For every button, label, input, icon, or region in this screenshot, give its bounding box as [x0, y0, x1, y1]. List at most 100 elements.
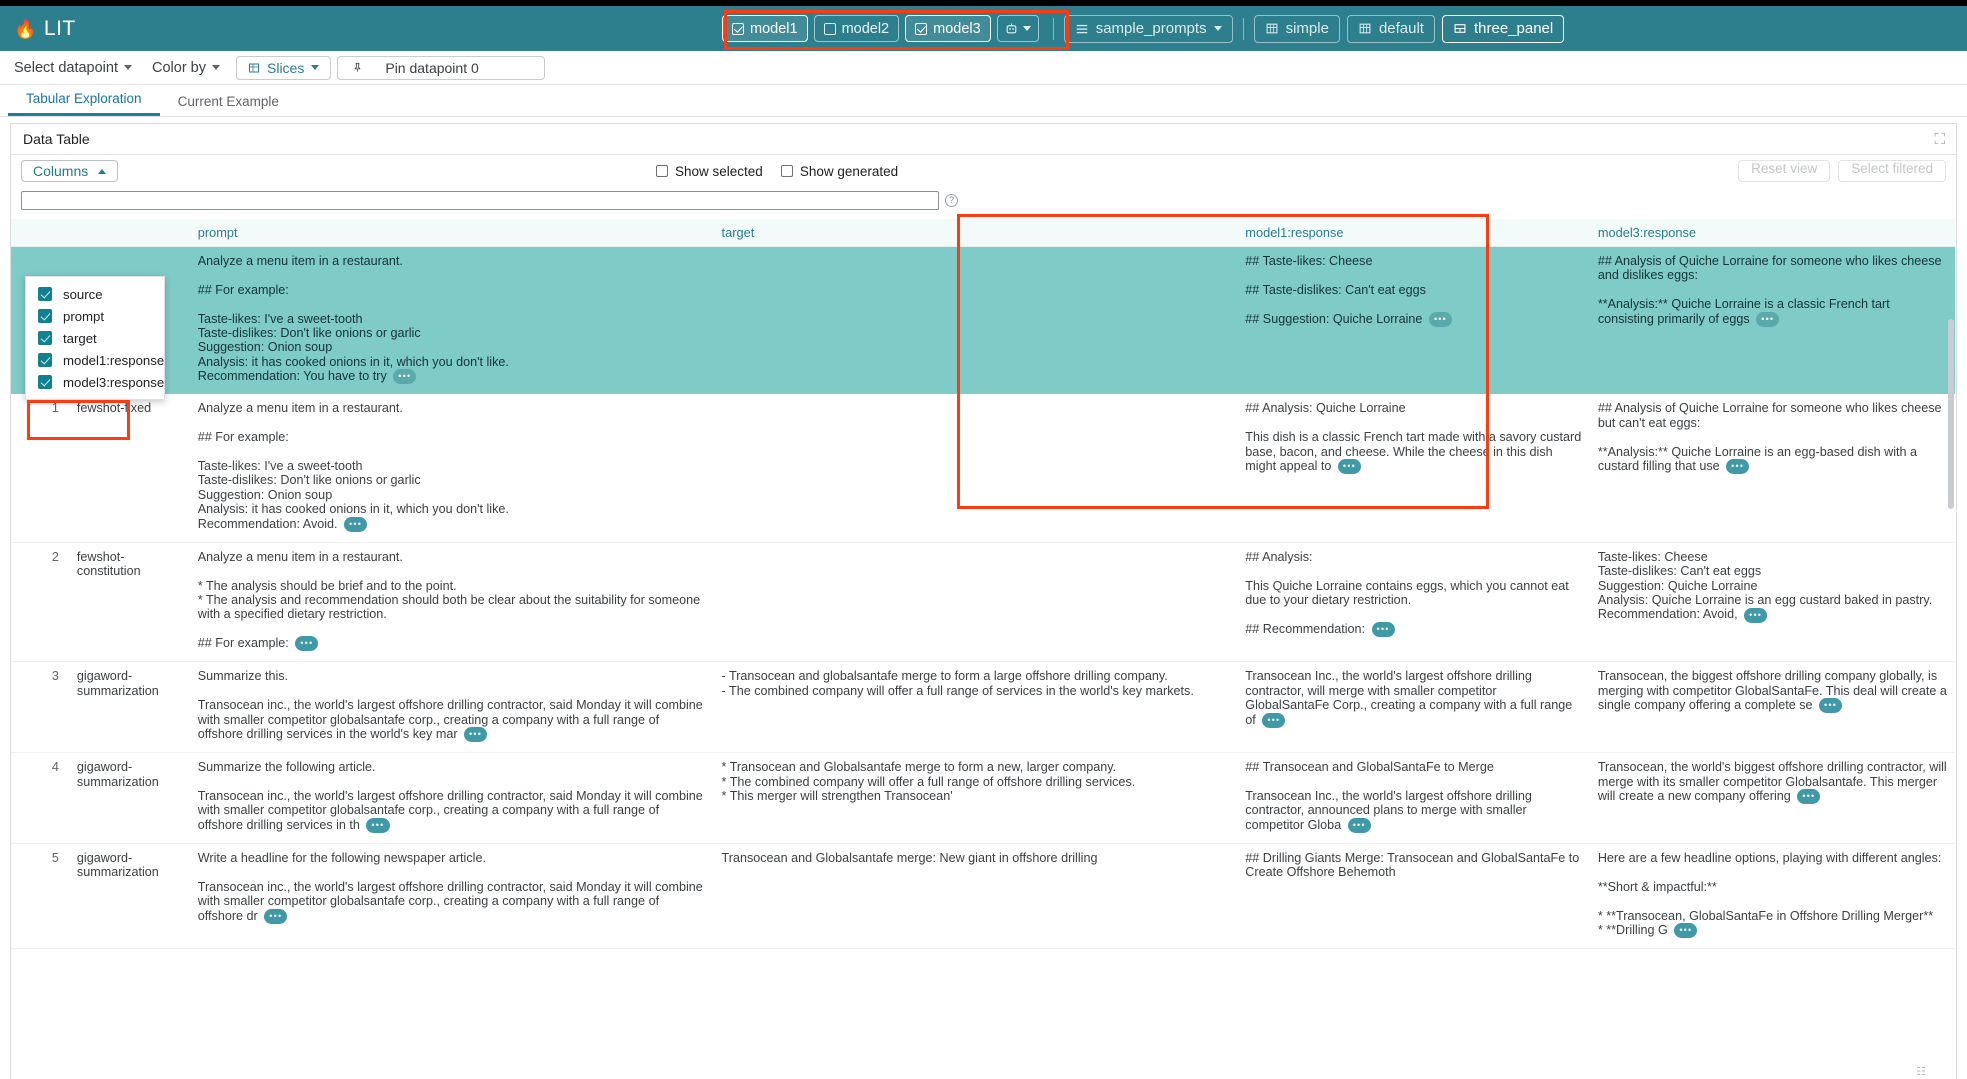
expand-more-icon[interactable]: •••: [295, 636, 318, 651]
color-by-label: Color by: [152, 60, 206, 76]
checkbox-icon: [656, 165, 668, 177]
header-model3-response[interactable]: model3:response: [1590, 219, 1955, 247]
vertical-scrollbar[interactable]: [1948, 319, 1954, 509]
header-index[interactable]: [11, 219, 69, 247]
column-toggle-model1-response[interactable]: model1:response: [26, 349, 164, 371]
checkbox-icon: [732, 23, 744, 35]
table-row[interactable]: 3 gigaword-summarization Summarize this.…: [11, 662, 1955, 753]
expand-more-icon[interactable]: •••: [264, 909, 287, 924]
data-table-module: Data Table ⛶ Columns Show selected Show …: [10, 123, 1957, 1079]
checkbox-icon: [824, 23, 836, 35]
column-toggle-target[interactable]: target: [26, 327, 164, 349]
flame-icon: 🔥: [14, 20, 37, 38]
header-source[interactable]: [69, 219, 190, 247]
select-datapoint-dropdown[interactable]: Select datapoint: [4, 60, 142, 76]
cell-target: * Transocean and Globalsantafe merge to …: [714, 753, 1238, 844]
model-selector-group: model1 model2 model3: [718, 15, 1043, 42]
table-filter-checkboxes: Show selected Show generated: [656, 155, 898, 187]
table-filter-input[interactable]: [21, 191, 939, 210]
cell-source: gigaword-summarization: [69, 844, 190, 949]
expand-more-icon[interactable]: •••: [393, 369, 416, 384]
filter-row: ?: [11, 187, 1956, 213]
color-by-dropdown[interactable]: Color by: [142, 60, 230, 76]
table-row[interactable]: 2 fewshot-constitution Analyze a menu it…: [11, 542, 1955, 662]
expand-more-icon[interactable]: •••: [1674, 923, 1697, 938]
table-row[interactable]: 5 gigaword-summarization Write a headlin…: [11, 844, 1955, 949]
data-table: prompt target model1:response model3:res…: [11, 219, 1955, 949]
dataset-selector[interactable]: sample_prompts: [1064, 15, 1233, 43]
module-header: Data Table ⛶: [11, 124, 1956, 155]
expand-more-icon[interactable]: •••: [1797, 789, 1820, 804]
chevron-down-icon: [124, 65, 132, 70]
model-settings-button[interactable]: [997, 15, 1039, 42]
cell-model3-response: Transocean, the world's biggest offshore…: [1590, 753, 1955, 844]
header-prompt[interactable]: prompt: [190, 219, 714, 247]
column-prompt-label: prompt: [63, 309, 104, 324]
dataset-label: sample_prompts: [1096, 20, 1207, 37]
table-toolbar: Columns Show selected Show generated Res…: [11, 155, 1956, 187]
cell-target: [714, 542, 1238, 662]
panels-icon: [1453, 22, 1467, 35]
column-toggle-source[interactable]: source: [26, 283, 164, 305]
expand-more-icon[interactable]: •••: [1338, 459, 1361, 474]
tab-tabular-exploration[interactable]: Tabular Exploration: [8, 91, 160, 116]
expand-more-icon[interactable]: •••: [1429, 312, 1452, 327]
columns-button[interactable]: Columns: [21, 160, 118, 182]
cell-model1-response: ## Drilling Giants Merge: Transocean and…: [1237, 844, 1590, 949]
tab-current-example[interactable]: Current Example: [160, 94, 297, 116]
grid-icon: [1265, 22, 1279, 35]
expand-more-icon[interactable]: •••: [1348, 818, 1371, 833]
model-checkbox-model1[interactable]: model1: [722, 15, 808, 42]
expand-more-icon[interactable]: •••: [1756, 312, 1779, 327]
expand-more-icon[interactable]: •••: [366, 818, 389, 833]
layout-simple-button[interactable]: simple: [1254, 15, 1340, 43]
expand-more-icon[interactable]: •••: [464, 727, 487, 742]
expand-more-icon[interactable]: •••: [344, 517, 367, 532]
expand-more-icon[interactable]: •••: [1262, 713, 1285, 728]
column-toggle-prompt[interactable]: prompt: [26, 305, 164, 327]
column-source-label: source: [63, 287, 103, 302]
layout-default-button[interactable]: default: [1347, 15, 1435, 43]
select-filtered-button[interactable]: Select filtered: [1838, 160, 1946, 182]
pin-datapoint-button[interactable]: Pin datapoint 0: [337, 56, 545, 80]
expand-more-icon[interactable]: •••: [1372, 622, 1395, 637]
expand-more-icon[interactable]: •••: [1744, 608, 1767, 623]
expand-more-icon[interactable]: •••: [1726, 459, 1749, 474]
select-filtered-label: Select filtered: [1851, 161, 1933, 176]
robot-icon: [1005, 22, 1018, 35]
cell-model3-response: ## Analysis of Quiche Lorraine for someo…: [1590, 247, 1955, 395]
chevron-down-icon: [1023, 26, 1031, 31]
layout-three-panel-button[interactable]: three_panel: [1442, 15, 1564, 43]
table-row[interactable]: 1 fewshot-fixed Analyze a menu item in a…: [11, 394, 1955, 542]
model-checkbox-model2[interactable]: model2: [814, 15, 900, 42]
layout-simple-label: simple: [1286, 20, 1329, 37]
columns-dropdown-menu: source prompt target model1:response mod…: [25, 276, 165, 400]
header-target[interactable]: target: [714, 219, 1238, 247]
cell-source: fewshot-fixed: [69, 394, 190, 542]
fullscreen-icon[interactable]: ⛶: [1934, 131, 1944, 148]
column-model1-response-label: model1:response: [63, 353, 164, 368]
model-checkbox-model3[interactable]: model3: [905, 15, 991, 42]
model3-label: model3: [933, 21, 981, 37]
table-row[interactable]: Analyze a menu item in a restaurant. ## …: [11, 247, 1955, 395]
table-icon: [248, 62, 260, 74]
help-icon[interactable]: ?: [945, 194, 958, 207]
expand-more-icon[interactable]: •••: [1819, 698, 1842, 713]
table-row[interactable]: 4 gigaword-summarization Summarize the f…: [11, 753, 1955, 844]
show-selected-checkbox[interactable]: Show selected: [656, 164, 763, 179]
list-icon: [1075, 22, 1089, 36]
reset-view-button[interactable]: Reset view: [1738, 160, 1830, 182]
header-right-toolbar: model1 model2 model3: [718, 6, 1564, 51]
cell-prompt: Write a headline for the following newsp…: [190, 844, 714, 949]
cell-prompt: Analyze a menu item in a restaurant. ## …: [190, 394, 714, 542]
header-model1-response[interactable]: model1:response: [1237, 219, 1590, 247]
chevron-down-icon: [1214, 26, 1222, 31]
column-toggle-model3-response[interactable]: model3:response: [26, 371, 164, 393]
show-generated-checkbox[interactable]: Show generated: [781, 164, 898, 179]
chevron-up-icon: [98, 169, 106, 174]
table-footer-icon: ☷: [1916, 1065, 1926, 1078]
data-table-scroll-area[interactable]: prompt target model1:response model3:res…: [11, 219, 1956, 1079]
slices-button[interactable]: Slices: [236, 56, 331, 80]
cell-model1-response: Transocean Inc., the world's largest off…: [1237, 662, 1590, 753]
cell-prompt: Summarize the following article. Transoc…: [190, 753, 714, 844]
